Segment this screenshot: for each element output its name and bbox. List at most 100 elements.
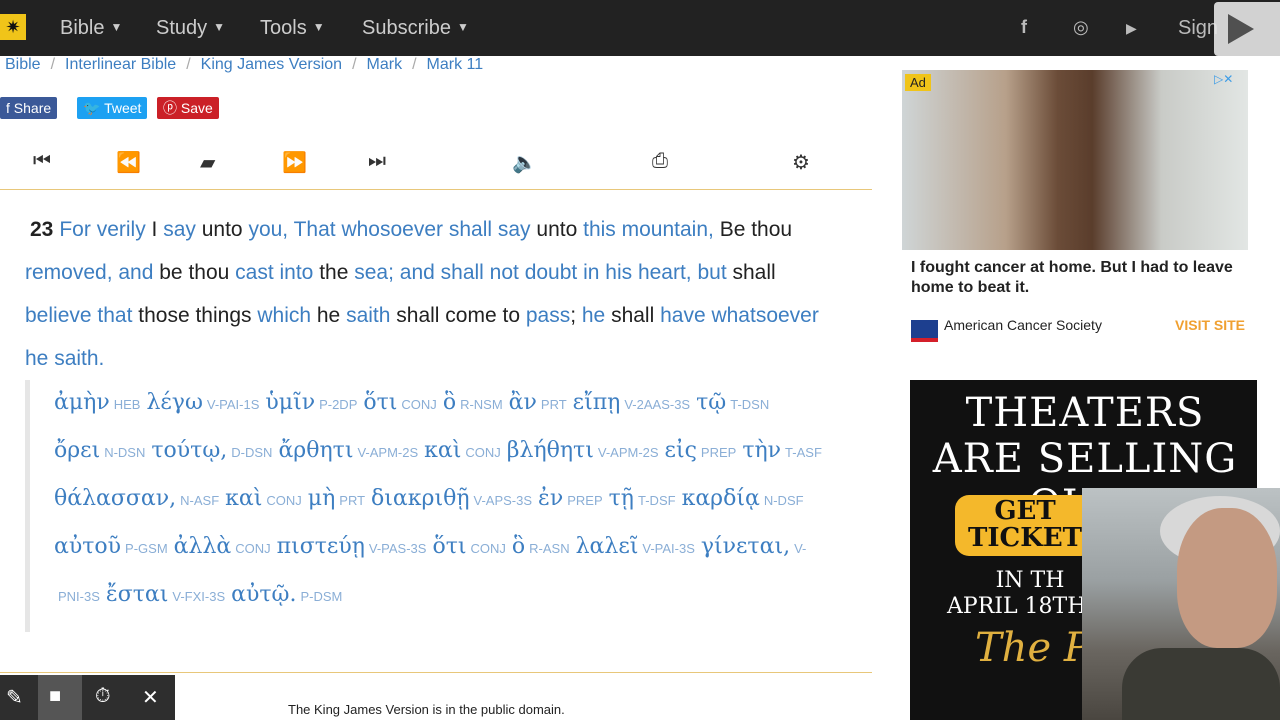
- greek-word-link[interactable]: καὶ: [424, 438, 461, 463]
- greek-word-link[interactable]: αὐτῷ.: [231, 582, 296, 607]
- greek-word-link[interactable]: μὴ: [308, 486, 335, 511]
- greek-word-link[interactable]: τούτῳ,: [151, 438, 227, 463]
- greek-word-link[interactable]: ἄρθητι: [278, 438, 353, 463]
- breadcrumb-mark-11[interactable]: Mark 11: [427, 56, 484, 73]
- audio-icon[interactable]: 🔈: [512, 150, 537, 175]
- camera-icon[interactable]: ■: [49, 685, 61, 708]
- verse-word-link[interactable]: cast into: [235, 261, 313, 284]
- greek-word-link[interactable]: αὐτοῦ: [54, 534, 121, 559]
- greek-word-link[interactable]: τῇ: [609, 486, 634, 511]
- parsing-code: CONJ: [235, 541, 271, 556]
- caret-down-icon: ▼: [110, 20, 123, 34]
- breadcrumb-kjv[interactable]: King James Version: [201, 56, 342, 73]
- greek-word-link[interactable]: πιστεύῃ: [277, 534, 365, 559]
- verse-word: shall: [605, 304, 661, 327]
- greek-word-link[interactable]: ὃ: [443, 390, 456, 415]
- timer-icon[interactable]: ⏱: [95, 685, 111, 708]
- verse-word-link[interactable]: believe that: [25, 304, 132, 327]
- greek-word-link[interactable]: τῷ: [696, 390, 726, 415]
- verse-word-link[interactable]: say: [163, 218, 196, 241]
- nav-tools[interactable]: Tools ▼: [260, 17, 325, 40]
- nav-bible[interactable]: Bible ▼: [60, 17, 122, 40]
- tweet-button[interactable]: 🐦 Tweet: [77, 97, 148, 119]
- share-button[interactable]: f Share: [0, 97, 58, 119]
- next-verse-icon[interactable]: ⏩: [282, 150, 307, 175]
- parsing-code: PRT: [339, 493, 366, 508]
- greek-word-link[interactable]: καρδίᾳ: [682, 486, 760, 511]
- verse-word: those things: [132, 304, 258, 327]
- greek-word-link[interactable]: γίνεται,: [701, 534, 790, 559]
- interlinear-line: ἀμὴν HEB λέγω V-PAI-1S ὑμῖν P-2DP ὅτι CONJ ὃ R-NS…: [54, 380, 854, 428]
- interlinear-line: αὐτοῦ P-GSM ἀλλὰ CONJ πιστεύῃ V-PAS-3S ὅτι CONJ…: [54, 524, 854, 572]
- greek-word-link[interactable]: ἀμὴν: [54, 390, 110, 415]
- print-icon[interactable]: ⎙: [652, 150, 668, 173]
- verse-word-link[interactable]: you, That whosoever shall say: [248, 218, 530, 241]
- instagram-icon[interactable]: ◎: [1073, 17, 1089, 38]
- parsing-code: PRT: [540, 397, 567, 412]
- ad-choices-icon[interactable]: ▷✕: [1214, 72, 1233, 86]
- greek-word-link[interactable]: ἐν: [538, 486, 563, 511]
- breadcrumb-mark[interactable]: Mark: [367, 56, 403, 73]
- verse-word-link[interactable]: sea; and shall not doubt in his heart, b…: [354, 261, 726, 284]
- greek-word-link[interactable]: ὃ: [512, 534, 525, 559]
- verse-word-link[interactable]: For verily: [59, 218, 145, 241]
- greek-word-link[interactable]: λαλεῖ: [576, 534, 639, 559]
- parsing-code: R-NSM: [460, 397, 503, 412]
- sign-in-link[interactable]: Sign: [1178, 17, 1218, 40]
- ad-image[interactable]: [902, 70, 1248, 250]
- youtube-icon[interactable]: ▶: [1126, 20, 1137, 37]
- parsing-code: CONJ: [470, 541, 506, 556]
- parsing-code: V-PAS-3S: [368, 541, 427, 556]
- breadcrumb-separator: /: [50, 56, 56, 73]
- pinterest-icon: ⓟ: [163, 100, 181, 116]
- greek-word-link[interactable]: ὄρει: [54, 438, 100, 463]
- greek-word-link[interactable]: διακριθῇ: [371, 486, 469, 511]
- pen-icon[interactable]: ✎: [6, 685, 23, 710]
- greek-word-link[interactable]: θάλασσαν,: [54, 486, 176, 511]
- book-icon[interactable]: ▰: [200, 150, 215, 175]
- nav-study-label: Study: [156, 17, 208, 39]
- facebook-icon[interactable]: f: [1021, 17, 1027, 38]
- greek-word-link[interactable]: ἀλλὰ: [174, 534, 232, 559]
- verse-word: shall: [726, 261, 776, 284]
- verse-word-link[interactable]: he: [582, 304, 605, 327]
- get-tickets-button[interactable]: GET TICKET: [955, 495, 1095, 556]
- video-overlay-button[interactable]: [1214, 2, 1280, 56]
- visit-site-link[interactable]: VISIT SITE: [1175, 317, 1245, 333]
- verse-word-link[interactable]: saith: [346, 304, 390, 327]
- parsing-code: N-ASF: [180, 493, 220, 508]
- ad-headline[interactable]: I fought cancer at home. But I had to le…: [911, 258, 1241, 298]
- breadcrumb-separator: /: [186, 56, 191, 73]
- copyright-note: The King James Version is in the public …: [288, 702, 565, 717]
- greek-word-link[interactable]: λέγω: [146, 390, 202, 415]
- verse-word-link[interactable]: pass: [526, 304, 570, 327]
- nav-tools-label: Tools: [260, 17, 307, 39]
- site-logo-icon[interactable]: ✷: [0, 14, 26, 40]
- greek-word-link[interactable]: εἰς: [665, 438, 697, 463]
- greek-word-link[interactable]: βλήθητι: [507, 438, 594, 463]
- parsing-code: N-DSF: [763, 493, 804, 508]
- breadcrumb-interlinear[interactable]: Interlinear Bible: [65, 56, 176, 73]
- greek-word-link[interactable]: ὅτι: [432, 534, 466, 559]
- parsing-code: V-PAI-3S: [642, 541, 695, 556]
- nav-subscribe[interactable]: Subscribe ▼: [362, 17, 469, 40]
- verse-word-link[interactable]: removed, and: [25, 261, 153, 284]
- greek-word-link[interactable]: ὅτι: [363, 390, 397, 415]
- greek-word-link[interactable]: τὴν: [742, 438, 781, 463]
- first-chapter-icon[interactable]: ⏮: [33, 150, 51, 173]
- settings-gear-icon[interactable]: ⚙: [792, 150, 810, 175]
- greek-word-link[interactable]: ἂν: [509, 390, 537, 415]
- last-chapter-icon[interactable]: ⏭: [368, 150, 386, 173]
- greek-word-link[interactable]: εἴπῃ: [573, 390, 621, 415]
- previous-verse-icon[interactable]: ⏪: [116, 150, 141, 175]
- greek-word-link[interactable]: ὑμῖν: [265, 390, 315, 415]
- save-button[interactable]: ⓟ Save: [157, 97, 219, 119]
- verse-word-link[interactable]: which: [257, 304, 311, 327]
- close-icon[interactable]: ✕: [142, 685, 159, 710]
- interlinear-line: ὄρει N-DSN τούτῳ, D-DSN ἄρθητι V-APM-2S καὶ CON…: [54, 428, 854, 476]
- greek-word-link[interactable]: καὶ: [225, 486, 262, 511]
- verse-word-link[interactable]: this mountain,: [583, 218, 714, 241]
- breadcrumb-bible[interactable]: Bible: [5, 56, 41, 73]
- greek-word-link[interactable]: ἔσται: [106, 582, 168, 607]
- nav-study[interactable]: Study ▼: [156, 17, 225, 40]
